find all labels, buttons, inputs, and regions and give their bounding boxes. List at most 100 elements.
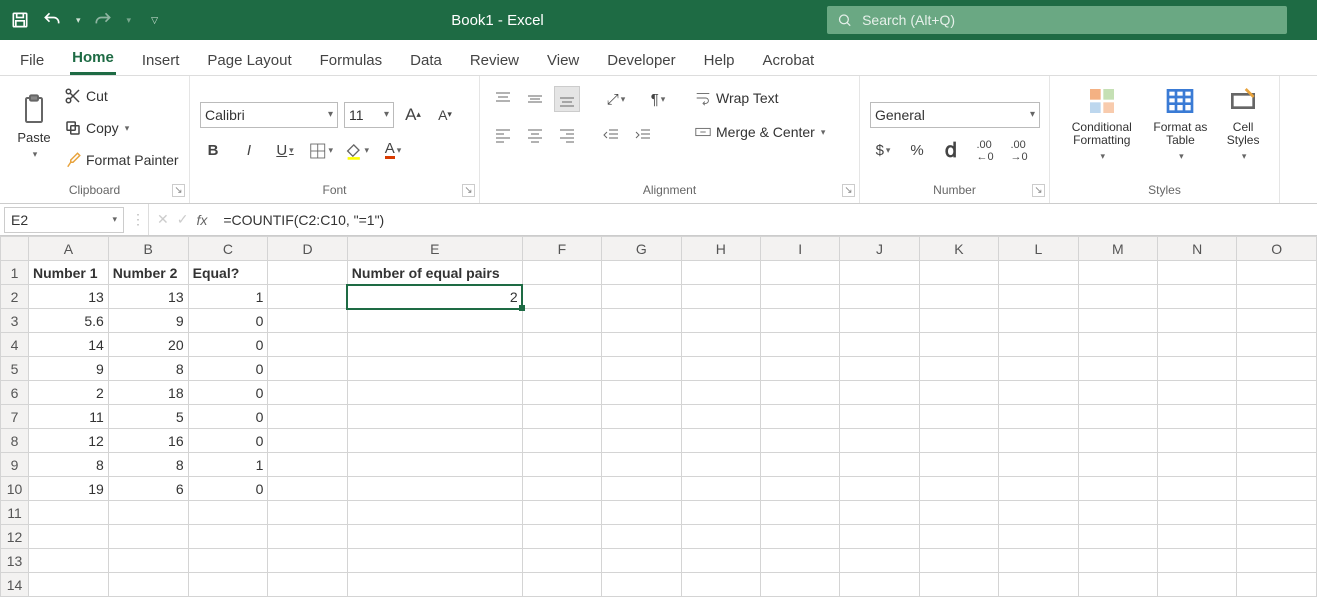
tab-page-layout[interactable]: Page Layout (205, 46, 293, 75)
cell-L6[interactable] (999, 381, 1078, 405)
cell-J2[interactable] (840, 285, 919, 309)
cell-K5[interactable] (919, 357, 998, 381)
cell-L4[interactable] (999, 333, 1078, 357)
cell-C2[interactable]: 1 (188, 285, 268, 309)
cell-A10[interactable]: 19 (28, 477, 108, 501)
expand-namebox-icon[interactable]: ⋮ (128, 211, 148, 228)
cell-A13[interactable] (28, 549, 108, 573)
cell-F14[interactable] (522, 573, 601, 597)
cell-A3[interactable]: 5.6 (28, 309, 108, 333)
cell-L13[interactable] (999, 549, 1078, 573)
cell-A4[interactable]: 14 (28, 333, 108, 357)
cell-F11[interactable] (522, 501, 601, 525)
align-bottom-icon[interactable] (554, 86, 580, 112)
font-color-button[interactable]: A▾ (380, 138, 406, 164)
decrease-font-icon[interactable]: A▾ (432, 102, 458, 128)
cell-F2[interactable] (522, 285, 601, 309)
cell-E4[interactable] (347, 333, 522, 357)
cell-I3[interactable] (760, 309, 839, 333)
cell-K3[interactable] (919, 309, 998, 333)
font-size-combo[interactable]: 11▾ (344, 102, 394, 128)
cell-O3[interactable] (1237, 309, 1317, 333)
cell-M6[interactable] (1078, 381, 1157, 405)
cell-B12[interactable] (108, 525, 188, 549)
enter-icon[interactable]: ✓ (177, 211, 189, 228)
cell-G12[interactable] (602, 525, 681, 549)
row-header-14[interactable]: 14 (1, 573, 29, 597)
tab-review[interactable]: Review (468, 46, 521, 75)
col-header-C[interactable]: C (188, 237, 268, 261)
align-left-icon[interactable] (490, 122, 516, 148)
cell-H3[interactable] (681, 309, 760, 333)
row-header-4[interactable]: 4 (1, 333, 29, 357)
cell-J1[interactable] (840, 261, 919, 285)
cell-C6[interactable]: 0 (188, 381, 268, 405)
cell-M2[interactable] (1078, 285, 1157, 309)
format-as-table-button[interactable]: Format as Table▾ (1148, 82, 1214, 162)
cell-J7[interactable] (840, 405, 919, 429)
col-header-A[interactable]: A (28, 237, 108, 261)
cell-K11[interactable] (919, 501, 998, 525)
spreadsheet-grid[interactable]: ABCDEFGHIJKLMNO1Number 1Number 2Equal?Nu… (0, 236, 1317, 597)
bold-button[interactable]: B (200, 138, 226, 164)
col-header-H[interactable]: H (681, 237, 760, 261)
cell-M11[interactable] (1078, 501, 1157, 525)
row-header-12[interactable]: 12 (1, 525, 29, 549)
cell-I4[interactable] (760, 333, 839, 357)
cell-M7[interactable] (1078, 405, 1157, 429)
cut-button[interactable]: Cut (64, 84, 179, 108)
cell-M14[interactable] (1078, 573, 1157, 597)
col-header-K[interactable]: K (919, 237, 998, 261)
cell-E9[interactable] (347, 453, 522, 477)
cell-O7[interactable] (1237, 405, 1317, 429)
tab-file[interactable]: File (18, 46, 46, 75)
cell-C1[interactable]: Equal? (188, 261, 268, 285)
cell-C4[interactable]: 0 (188, 333, 268, 357)
tab-acrobat[interactable]: Acrobat (761, 46, 817, 75)
dialog-launcher-icon[interactable]: ↘ (842, 184, 855, 197)
percent-format-icon[interactable]: % (904, 138, 930, 164)
merge-center-button[interactable]: Merge & Center▾ (694, 120, 825, 144)
select-all-corner[interactable] (1, 237, 29, 261)
cell-A2[interactable]: 13 (28, 285, 108, 309)
cell-L11[interactable] (999, 501, 1078, 525)
cell-H4[interactable] (681, 333, 760, 357)
cell-F4[interactable] (522, 333, 601, 357)
increase-font-icon[interactable]: A▴ (400, 102, 426, 128)
cell-E6[interactable] (347, 381, 522, 405)
col-header-F[interactable]: F (522, 237, 601, 261)
cell-A14[interactable] (28, 573, 108, 597)
cell-J13[interactable] (840, 549, 919, 573)
cell-A1[interactable]: Number 1 (28, 261, 108, 285)
cell-B9[interactable]: 8 (108, 453, 188, 477)
cell-G9[interactable] (602, 453, 681, 477)
tab-developer[interactable]: Developer (605, 46, 677, 75)
cell-C9[interactable]: 1 (188, 453, 268, 477)
cell-N13[interactable] (1158, 549, 1237, 573)
format-painter-button[interactable]: Format Painter (64, 148, 179, 172)
tab-home[interactable]: Home (70, 43, 116, 75)
cell-N1[interactable] (1158, 261, 1237, 285)
paste-button[interactable]: Paste ▾ (10, 80, 58, 160)
cell-M9[interactable] (1078, 453, 1157, 477)
cell-O11[interactable] (1237, 501, 1317, 525)
cell-G1[interactable] (602, 261, 681, 285)
cell-N7[interactable] (1158, 405, 1237, 429)
wrap-text-button[interactable]: Wrap Text (694, 86, 825, 110)
cell-F7[interactable] (522, 405, 601, 429)
cell-O2[interactable] (1237, 285, 1317, 309)
cell-I1[interactable] (760, 261, 839, 285)
cell-F13[interactable] (522, 549, 601, 573)
cell-B13[interactable] (108, 549, 188, 573)
cell-D2[interactable] (268, 285, 347, 309)
tab-formulas[interactable]: Formulas (318, 46, 385, 75)
align-right-icon[interactable] (554, 122, 580, 148)
cell-G14[interactable] (602, 573, 681, 597)
col-header-O[interactable]: O (1237, 237, 1317, 261)
cell-N5[interactable] (1158, 357, 1237, 381)
cell-G2[interactable] (602, 285, 681, 309)
tab-data[interactable]: Data (408, 46, 444, 75)
cell-E2[interactable]: 2 (347, 285, 522, 309)
cell-N11[interactable] (1158, 501, 1237, 525)
cell-F1[interactable] (522, 261, 601, 285)
